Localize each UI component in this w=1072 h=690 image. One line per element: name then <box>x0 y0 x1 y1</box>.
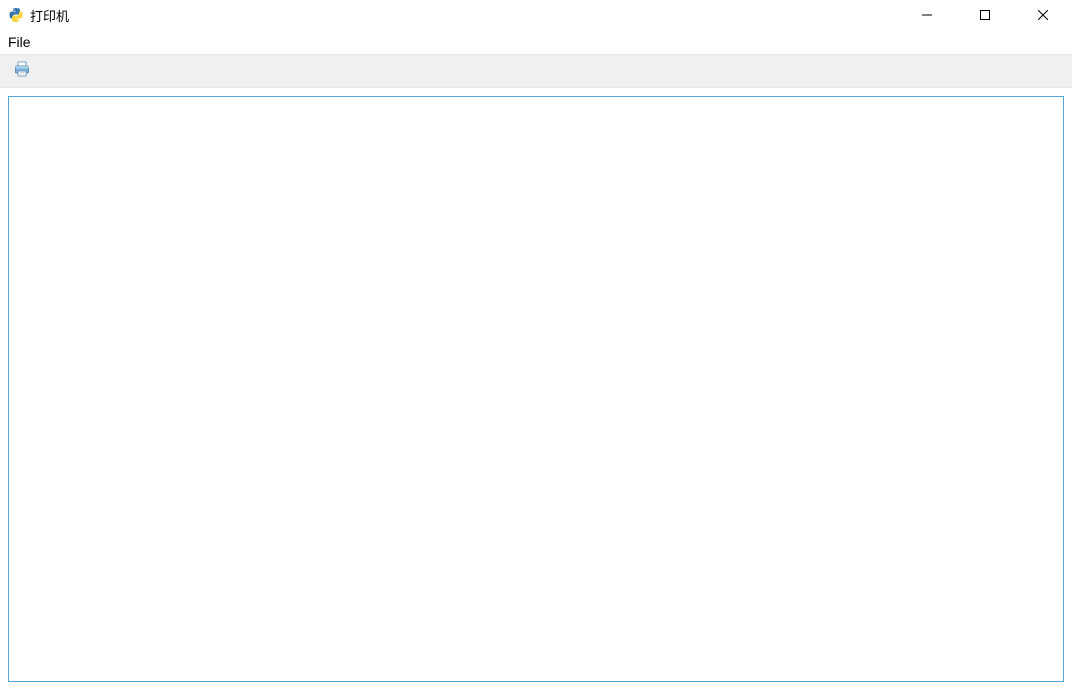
window-controls <box>898 0 1072 30</box>
printer-icon <box>13 60 31 83</box>
window-title: 打印机 <box>30 6 69 25</box>
toolbar <box>0 54 1072 88</box>
menu-file[interactable]: File <box>2 32 37 52</box>
python-icon <box>8 7 24 23</box>
content-area <box>0 88 1072 690</box>
menubar: File <box>0 30 1072 54</box>
minimize-button[interactable] <box>898 0 956 30</box>
close-button[interactable] <box>1014 0 1072 30</box>
text-editor[interactable] <box>8 96 1064 682</box>
print-button[interactable] <box>10 59 34 83</box>
maximize-button[interactable] <box>956 0 1014 30</box>
titlebar: 打印机 <box>0 0 1072 30</box>
